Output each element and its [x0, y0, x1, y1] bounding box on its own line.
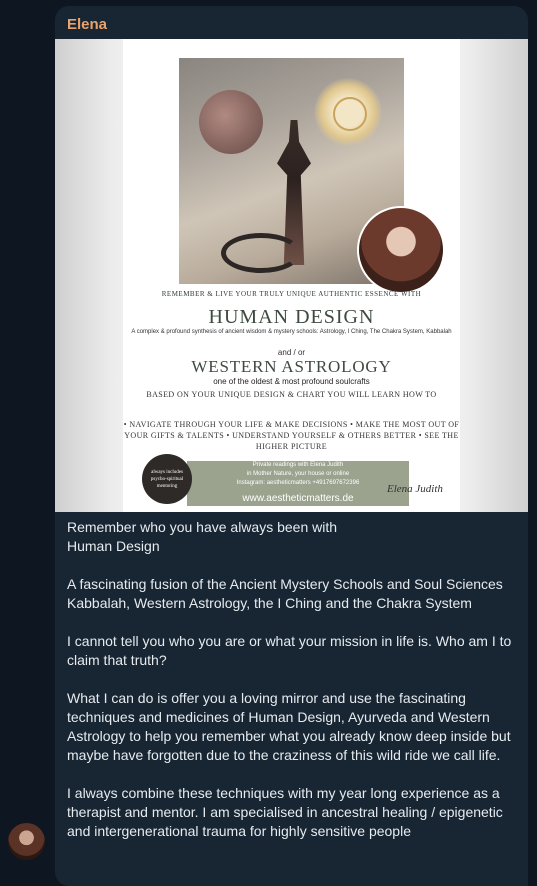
poster-title-human-design: HUMAN DESIGN [208, 306, 375, 328]
poster-private-line3: Instagram: aestheticmatters +49176976723… [236, 480, 360, 486]
poster-based-on: BASED ON YOUR UNIQUE DESIGN & CHART YOU … [146, 390, 437, 399]
sender-name[interactable]: Elena [67, 16, 107, 33]
snake-graphic [221, 233, 301, 273]
poster-signature: Elena Judith [387, 483, 443, 495]
poster-title-western-astrology: WESTERN ASTROLOGY [191, 357, 392, 376]
poster-tagline: REMEMBER & LIVE YOUR TRULY UNIQUE AUTHEN… [161, 290, 422, 298]
caption-paragraph: A fascinating fusion of the Ancient Myst… [67, 576, 503, 611]
message-photo[interactable]: REMEMBER & LIVE YOUR TRULY UNIQUE AUTHEN… [55, 39, 528, 512]
caption-paragraph: What I can do is offer you a loving mirr… [67, 690, 511, 763]
caption-paragraph: I always combine these techniques with m… [67, 785, 503, 839]
poster-bullets: • NAVIGATE THROUGH YOUR LIFE & MAKE DECI… [123, 420, 460, 451]
message-caption: Remember who you have always been with H… [67, 518, 519, 860]
poster-badge: always includes psycho-spiritual mentori… [142, 454, 192, 504]
poster-subtitle: one of the oldest & most profound soulcr… [213, 377, 370, 386]
poster-url: www.aestheticmatters.de [242, 493, 354, 504]
sun-ring [333, 97, 367, 131]
caption-paragraph: I cannot tell you who you are or what yo… [67, 633, 512, 668]
message-bubble: Elena REMEMBER & LIVE YOUR TRULY UNIQUE … [55, 6, 528, 886]
poster-image: REMEMBER & LIVE YOUR TRULY UNIQUE AUTHEN… [123, 39, 460, 512]
caption-paragraph: Remember who you have always been with H… [67, 519, 338, 554]
poster-private-line2: in Mother Nature, your house or online [246, 471, 350, 477]
sender-avatar[interactable] [8, 823, 45, 860]
portrait-circle [357, 206, 445, 294]
poster-contact-bar: Private readings with Elena Judith in Mo… [187, 461, 409, 506]
poster-private-line1: Private readings with Elena Judith [252, 462, 344, 468]
moon-graphic [199, 90, 263, 154]
poster-andor: and / or [277, 348, 306, 357]
poster-description: A complex & profound synthesis of ancien… [131, 329, 452, 335]
